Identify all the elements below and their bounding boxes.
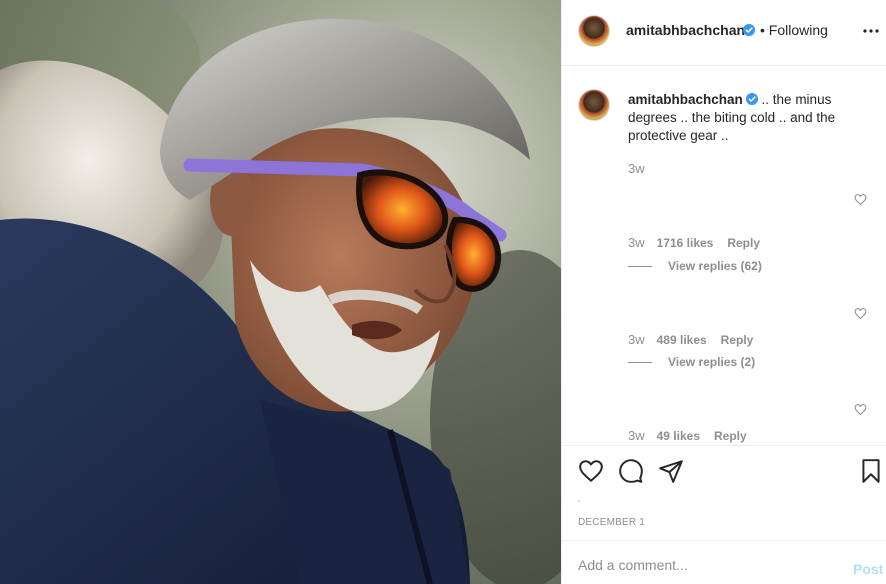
caption-timestamp: 3w xyxy=(628,161,645,176)
post-image xyxy=(0,0,561,584)
heart-icon[interactable] xyxy=(578,458,604,484)
comment-reply-button[interactable]: Reply xyxy=(727,236,760,250)
author-username[interactable]: amitabhbachchan xyxy=(626,22,745,38)
add-comment-bar: Post xyxy=(562,540,886,584)
comment-meta: 3w 49 likes Reply xyxy=(628,428,747,443)
caption-username[interactable]: amitabhbachchan xyxy=(628,92,743,107)
comment-reply-button[interactable]: Reply xyxy=(714,429,747,443)
view-replies-button[interactable]: View replies (62) xyxy=(628,259,762,273)
post-date[interactable]: DECEMBER 1 xyxy=(578,517,645,528)
caption-avatar[interactable] xyxy=(578,89,610,121)
post-photo[interactable] xyxy=(0,0,561,584)
comment-timestamp: 3w xyxy=(628,235,645,250)
comment-like-heart-icon[interactable] xyxy=(854,403,867,416)
comment-meta: 3w 1716 likes Reply xyxy=(628,235,760,250)
verified-badge-icon xyxy=(745,93,758,105)
comment-like-heart-icon[interactable] xyxy=(854,193,867,206)
comment-meta: 3w 489 likes Reply xyxy=(628,332,753,347)
comments-list[interactable]: amitabhbachchan .. the minus degrees .. … xyxy=(562,67,886,445)
view-replies-button[interactable]: View replies (2) xyxy=(628,355,755,369)
likes-placeholder-dot xyxy=(578,500,580,502)
comment-like-heart-icon[interactable] xyxy=(854,307,867,320)
post-comment-button[interactable]: Post xyxy=(853,561,883,577)
comment-likes[interactable]: 1716 likes xyxy=(657,236,714,250)
post-side-panel: amitabhbachchan • Following amitabhbachc… xyxy=(561,0,886,584)
comment-timestamp: 3w xyxy=(628,332,645,347)
view-replies-label: View replies (62) xyxy=(668,259,762,273)
post-action-bar xyxy=(562,445,886,497)
replies-divider xyxy=(628,266,652,268)
comment-reply-button[interactable]: Reply xyxy=(721,333,754,347)
follow-status-button[interactable]: • Following xyxy=(760,22,828,38)
more-options-icon[interactable] xyxy=(862,22,880,40)
author-avatar[interactable] xyxy=(578,15,610,47)
caption-text: amitabhbachchan .. the minus degrees .. … xyxy=(628,91,868,145)
comment-likes[interactable]: 489 likes xyxy=(657,333,707,347)
verified-badge-icon xyxy=(743,24,755,36)
comment-likes[interactable]: 49 likes xyxy=(657,429,700,443)
post-header: amitabhbachchan • Following xyxy=(562,0,886,66)
comment-timestamp: 3w xyxy=(628,428,645,443)
replies-divider xyxy=(628,362,652,364)
comment-bubble-icon[interactable] xyxy=(618,458,644,484)
view-replies-label: View replies (2) xyxy=(668,355,756,369)
add-comment-input[interactable] xyxy=(578,554,828,576)
paper-plane-icon[interactable] xyxy=(658,458,684,484)
bookmark-icon[interactable] xyxy=(858,458,884,484)
